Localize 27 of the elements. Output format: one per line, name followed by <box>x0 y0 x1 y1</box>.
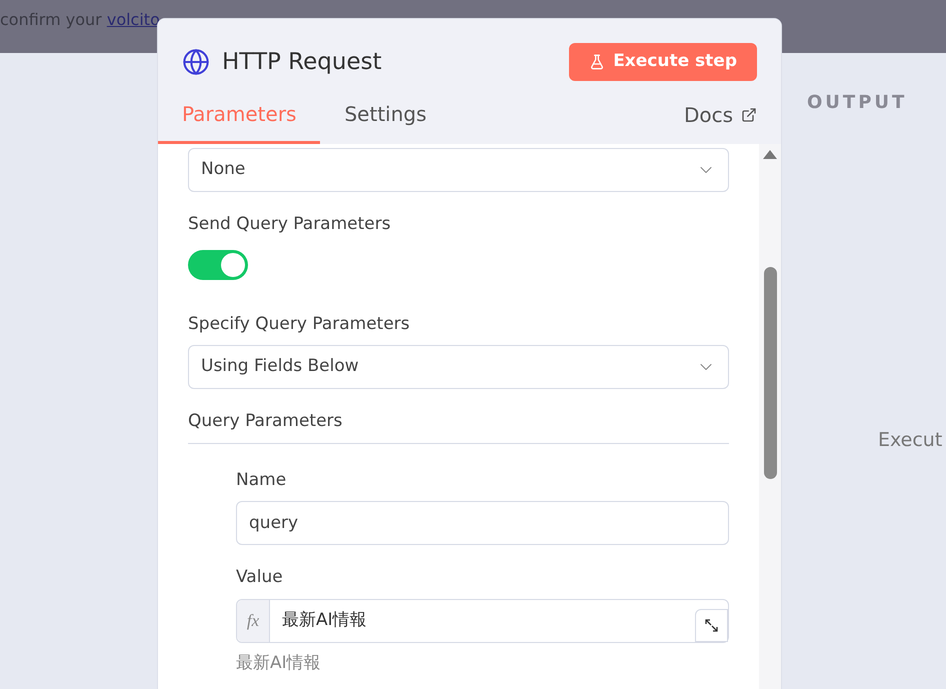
select-field[interactable]: Using Fields Below <box>188 345 729 389</box>
toggle-switch[interactable] <box>188 250 248 280</box>
docs-link[interactable]: Docs <box>684 100 781 144</box>
scroll-up-icon <box>763 150 777 159</box>
output-heading: OUTPUT <box>807 91 908 115</box>
external-link-icon <box>741 107 757 123</box>
expand-button[interactable] <box>695 608 728 642</box>
field-label: Value <box>236 566 284 589</box>
select-field[interactable]: None <box>188 148 729 192</box>
expression-preview: 最新AI情報 <box>236 652 322 674</box>
field-label: Specify Query Parameters <box>188 312 411 336</box>
node-title: HTTP Request <box>222 48 382 77</box>
globe-icon <box>182 48 210 76</box>
scrollbar-thumb[interactable] <box>764 267 776 479</box>
input-field[interactable]: query <box>236 501 729 545</box>
output-hint: Execut <box>878 428 944 453</box>
fx-badge: fx <box>237 600 270 642</box>
section-heading: Query Parameters <box>188 411 342 431</box>
expression-value: 最新AI情報 <box>281 608 368 632</box>
tab[interactable]: Settings <box>320 95 451 144</box>
expand-icon <box>705 618 718 632</box>
flask-icon <box>589 54 606 70</box>
banner-text: confirm your <box>0 9 103 31</box>
expression-field[interactable]: fx 最新AI情報 <box>236 598 729 642</box>
field-label: Send Query Parameters <box>188 213 392 236</box>
scrollbar[interactable] <box>759 144 781 689</box>
field-label: Name <box>236 468 288 492</box>
